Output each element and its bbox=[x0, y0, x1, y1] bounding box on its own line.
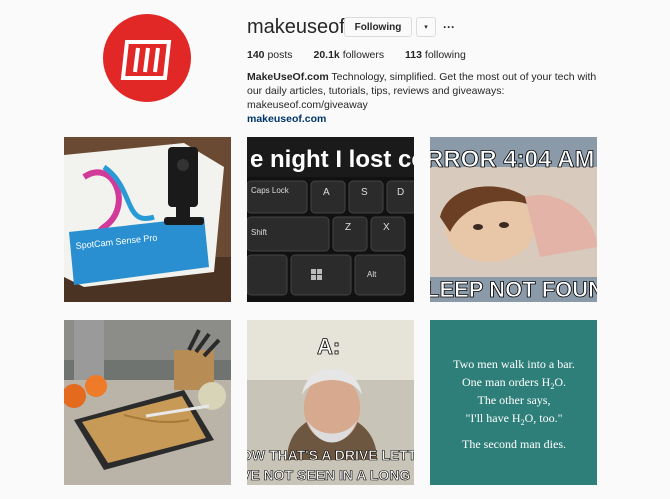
post-tile[interactable]: RROR 4:04 AM LEEP NOT FOUN bbox=[430, 137, 597, 302]
d-key-label: D bbox=[397, 187, 404, 198]
posts-stat: 140 posts bbox=[247, 49, 293, 61]
followers-stat[interactable]: 20.1k followers bbox=[313, 49, 384, 61]
bio-name: MakeUseOf.com bbox=[247, 71, 329, 83]
posts-label: posts bbox=[267, 49, 293, 61]
following-count: 113 bbox=[405, 49, 422, 61]
profile-username: makeuseof bbox=[247, 16, 345, 38]
joke-line-5: The second man dies. bbox=[462, 437, 566, 451]
following-button[interactable]: Following bbox=[344, 17, 412, 37]
post-image: SpotCam Sense Pro bbox=[64, 137, 231, 302]
post-image bbox=[64, 320, 231, 485]
x-key-label: X bbox=[383, 222, 390, 233]
post-tile[interactable]: SpotCam Sense Pro bbox=[64, 137, 231, 302]
posts-count: 140 bbox=[247, 49, 265, 61]
post-tile[interactable] bbox=[64, 320, 231, 485]
following-label: following bbox=[424, 49, 466, 61]
shift-key-label: Shift bbox=[251, 228, 268, 237]
following-stat[interactable]: 113 following bbox=[405, 49, 466, 61]
profile-bio: MakeUseOf.com Technology, simplified. Ge… bbox=[247, 70, 607, 126]
post-image: e night I lost contr Caps Lock A S D Z X… bbox=[247, 137, 414, 302]
profile-stats: 140 posts 20.1k followers 113 following bbox=[247, 49, 484, 61]
followers-label: followers bbox=[342, 49, 385, 61]
post-image: RROR 4:04 AM LEEP NOT FOUN bbox=[430, 137, 597, 302]
z-key-label: Z bbox=[345, 222, 351, 233]
joke-line-4: "I'll have H2O, too." bbox=[466, 411, 563, 427]
a-key-label: A bbox=[323, 187, 330, 198]
post-caption-bottom: LEEP NOT FOUN bbox=[430, 277, 597, 302]
post-caption-top: A: bbox=[317, 334, 340, 359]
post-tile[interactable]: Two men walk into a bar. One man orders … bbox=[430, 320, 597, 485]
post-image: Two men walk into a bar. One man orders … bbox=[430, 320, 597, 485]
post-image: A: OW THAT'S A DRIVE LETTER VE NOT SEEN … bbox=[247, 320, 414, 485]
makeuseof-logo-icon bbox=[120, 40, 172, 80]
post-tile[interactable]: A: OW THAT'S A DRIVE LETTER VE NOT SEEN … bbox=[247, 320, 414, 485]
joke-line-1: Two men walk into a bar. bbox=[453, 357, 575, 371]
profile-avatar[interactable] bbox=[103, 14, 191, 102]
post-caption: e night I lost contr bbox=[250, 146, 414, 173]
caps-lock-key-label: Caps Lock bbox=[251, 186, 290, 195]
followers-count: 20.1k bbox=[313, 49, 340, 61]
chevron-down-icon[interactable]: ▾ bbox=[416, 17, 436, 37]
joke-line-3: The other says, bbox=[478, 393, 551, 407]
post-tile[interactable]: e night I lost contr Caps Lock A S D Z X… bbox=[247, 137, 414, 302]
bio-link[interactable]: makeuseof.com bbox=[247, 112, 607, 126]
alt-key-label: Alt bbox=[367, 270, 377, 279]
post-caption-top: RROR 4:04 AM bbox=[430, 146, 594, 173]
more-options-icon[interactable]: ··· bbox=[441, 17, 457, 37]
post-caption-line2: VE NOT SEEN IN A LONG TI bbox=[247, 467, 414, 483]
post-caption-line1: OW THAT'S A DRIVE LETTER bbox=[247, 447, 414, 463]
s-key-label: S bbox=[361, 187, 368, 198]
